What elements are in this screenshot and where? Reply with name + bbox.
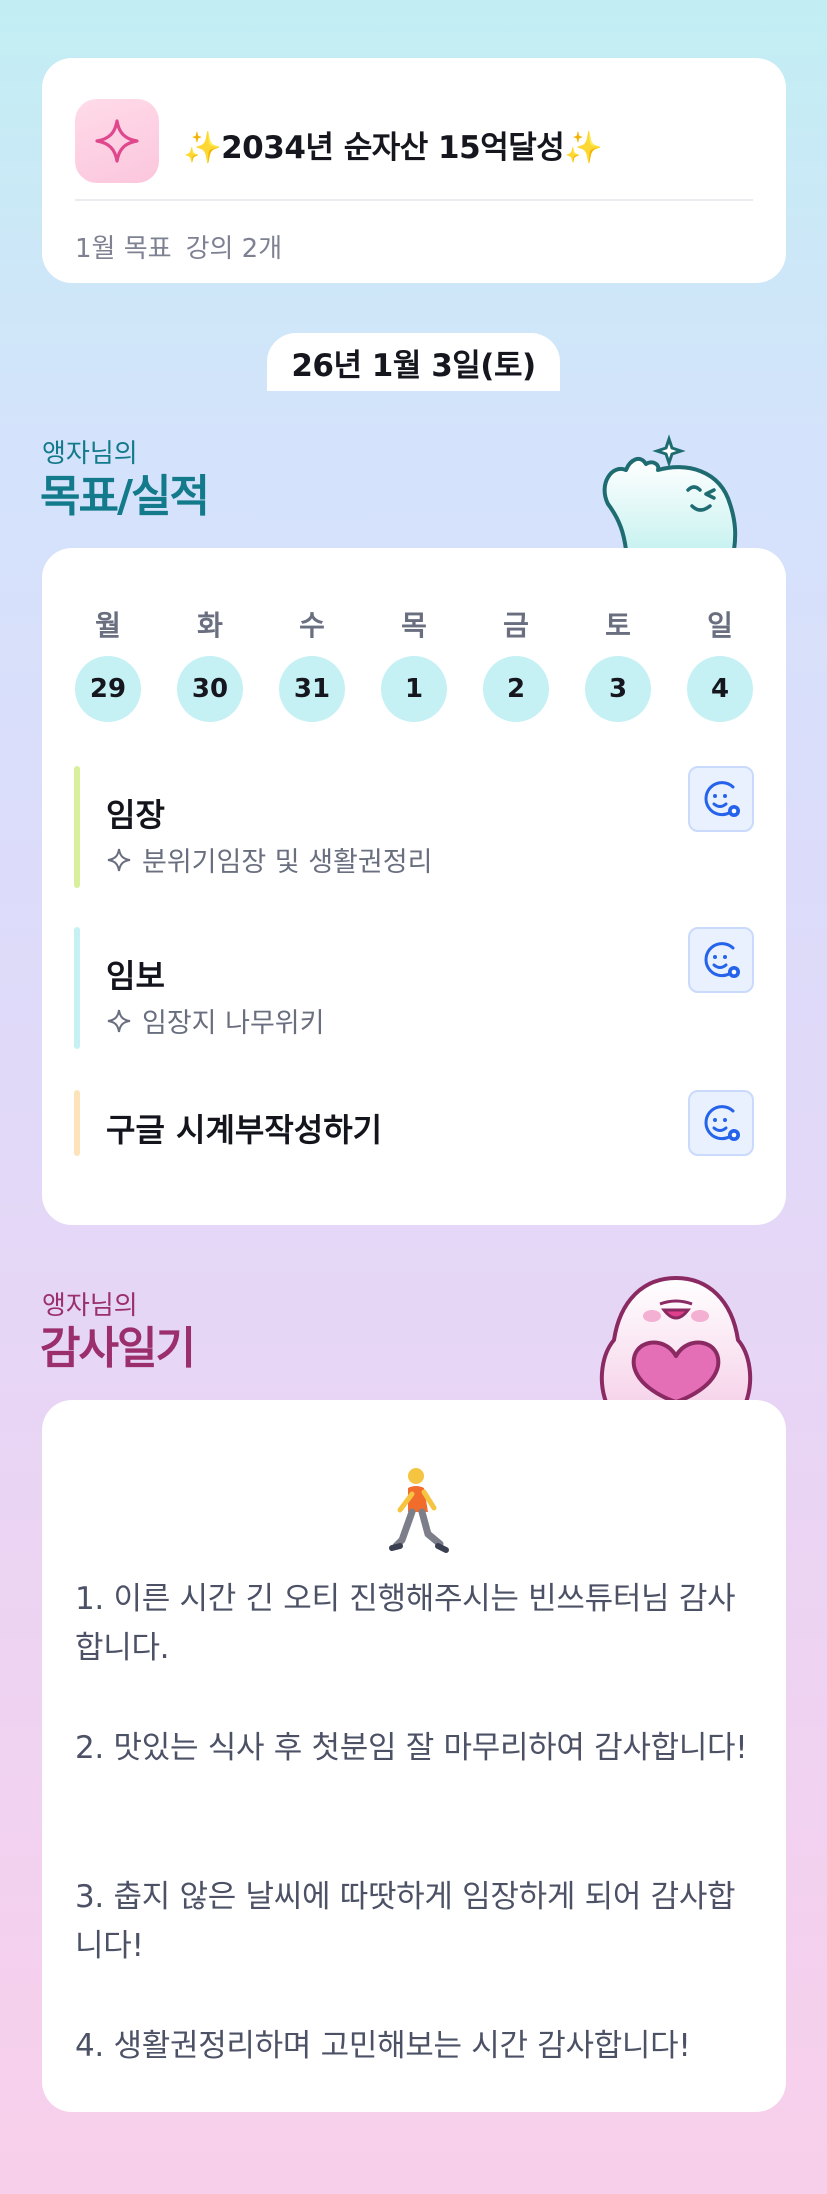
- diary-entry: 2. 맛있는 식사 후 첫분임 잘 마무리하여 감사합니다!: [75, 1730, 748, 1766]
- task-item[interactable]: 구글 시계부작성하기: [74, 1090, 754, 1156]
- day-thu[interactable]: 1: [381, 656, 447, 722]
- goal-meta: 1월 목표 강의 2개: [75, 228, 282, 265]
- mood-button[interactable]: [688, 927, 754, 993]
- smiley-icon: [704, 1105, 740, 1141]
- month-goal-label: 1월 목표: [75, 234, 172, 264]
- task-detail: 임장지 나무위키: [106, 1001, 324, 1040]
- weekday-mon: 월: [95, 609, 121, 642]
- weekday-sun: 일: [707, 609, 733, 642]
- pink-mascot-icon: [599, 1276, 753, 1402]
- sparkle-outline-icon: [107, 1009, 131, 1032]
- day-wed[interactable]: 31: [279, 656, 345, 722]
- task-title: 임장: [106, 796, 165, 834]
- person-walking-icon: [389, 1468, 449, 1553]
- task-color-bar: [74, 1090, 80, 1156]
- day-mon[interactable]: 29: [75, 656, 141, 722]
- diary-entry: 1. 이른 시간 긴 오티 진행해주시는 빈쓰튜터님 감사합니다.: [75, 1581, 736, 1666]
- diary-entry: 4. 생활권정리하며 고민해보는 시간 감사합니다!: [75, 2028, 691, 2064]
- task-color-bar: [74, 766, 80, 888]
- weekday-sat: 토: [605, 609, 631, 642]
- sparkles-left-icon: ✨: [183, 130, 222, 166]
- task-title: 구글 시계부작성하기: [106, 1111, 383, 1149]
- task-color-bar: [74, 927, 80, 1049]
- task-detail: 분위기임장 및 생활권정리: [106, 840, 432, 879]
- goal-title-text: 2034년 순자산 15억달성: [221, 130, 565, 166]
- goal-title: ✨2034년 순자산 15억달성✨: [183, 122, 603, 167]
- weekday-fri: 금: [503, 609, 529, 642]
- sparkle-outline-icon: [107, 848, 131, 871]
- task-detail-text: 임장지 나무위키: [142, 1008, 325, 1039]
- weekday-thu: 목: [401, 609, 427, 642]
- smiley-icon: [704, 942, 740, 978]
- sparkles-right-icon: ✨: [564, 130, 603, 166]
- sparkle-icon: [75, 99, 159, 183]
- goals-section-title: 목표/실적: [40, 471, 210, 522]
- diary-entry: 3. 춥지 않은 날씨에 따땃하게 임장하게 되어 감사합니다!: [75, 1879, 736, 1964]
- task-item[interactable]: 임보 임장지 나무위키: [74, 927, 754, 1049]
- day-tue[interactable]: 30: [177, 656, 243, 722]
- day-sat[interactable]: 3: [585, 656, 651, 722]
- teal-mascot-icon: [602, 434, 738, 550]
- smiley-icon: [704, 781, 740, 817]
- goal-card[interactable]: ✨2034년 순자산 15억달성✨ 1월 목표 강의 2개: [42, 58, 786, 283]
- date-selector[interactable]: 26년 1월 3일(토): [267, 333, 560, 391]
- day-fri[interactable]: 2: [483, 656, 549, 722]
- weekday-wed: 수: [299, 609, 325, 642]
- task-detail-text: 분위기임장 및 생활권정리: [142, 847, 433, 878]
- diary-section-title: 감사일기: [40, 1323, 196, 1374]
- task-item[interactable]: 임장 분위기임장 및 생활권정리: [74, 766, 754, 888]
- goal-divider: [75, 199, 753, 201]
- mood-button[interactable]: [688, 1090, 754, 1156]
- day-sun[interactable]: 4: [687, 656, 753, 722]
- month-goal-value: 강의 2개: [185, 234, 283, 264]
- weekday-tue: 화: [197, 609, 223, 642]
- diary-card: 1. 이른 시간 긴 오티 진행해주시는 빈쓰튜터님 감사합니다. 2. 맛있는…: [42, 1400, 786, 2112]
- task-title: 임보: [106, 957, 165, 995]
- mood-button[interactable]: [688, 766, 754, 832]
- calendar-card: 월 화 수 목 금 토 일 29 30 31 1 2 3 4 임장 분위기임장 …: [42, 548, 786, 1225]
